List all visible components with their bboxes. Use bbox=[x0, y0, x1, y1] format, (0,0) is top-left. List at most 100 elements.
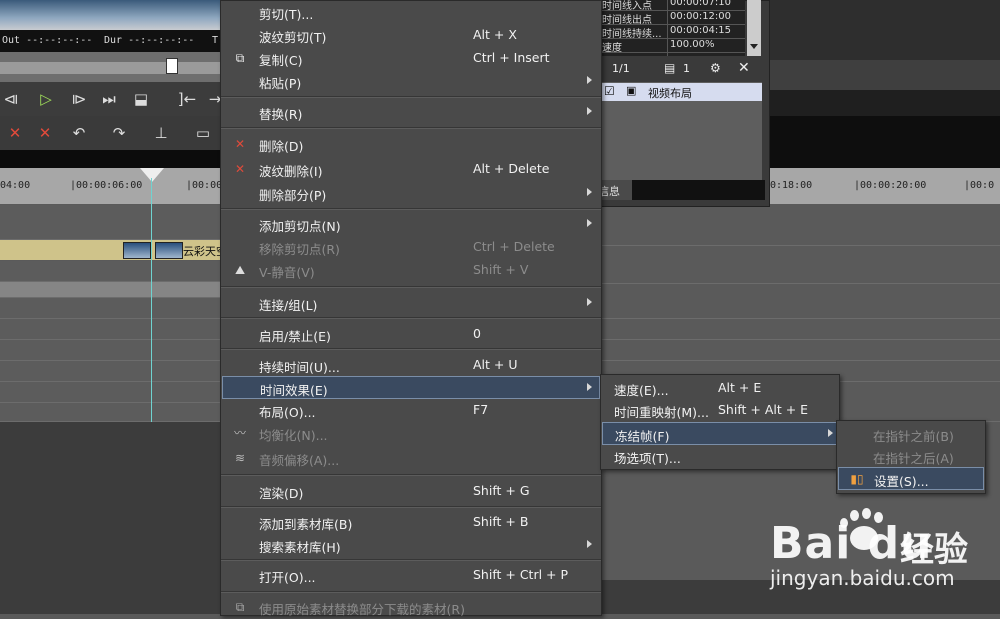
menu-item-delete[interactable]: ✕ 删除(D) bbox=[221, 133, 601, 156]
menu-item-shortcut: Alt + U bbox=[473, 357, 518, 372]
menu-item-add-to-bin[interactable]: 添加到素材库(B) Shift + B bbox=[221, 511, 601, 534]
menu-item-shortcut: Shift + Alt + E bbox=[718, 402, 809, 417]
info-row-value: 00:00:04:15 bbox=[670, 25, 732, 36]
menu-item-time-effect[interactable]: 时间效果(E) bbox=[222, 376, 600, 399]
timecode-out: Out --:--:--:-- bbox=[2, 35, 93, 46]
menu-item-cut[interactable]: 剪切(T)... bbox=[221, 1, 601, 24]
context-menu: 剪切(T)... 波纹剪切(T) Alt + X ⧉ 复制(C) Ctrl + Ins… bbox=[220, 0, 602, 617]
scrub-bar[interactable] bbox=[0, 52, 220, 82]
menu-item-freeze-frame[interactable]: 冻结帧(F) bbox=[602, 422, 838, 445]
list-icon[interactable]: ▤ bbox=[664, 61, 675, 75]
timeline-ruler-right[interactable]: 0:18:00 |00:00:20:00 |00:0 bbox=[768, 168, 1000, 204]
menu-item-copy[interactable]: ⧉ 复制(C) Ctrl + Insert bbox=[221, 47, 601, 70]
menu-item-label: 添加剪切点(N) bbox=[259, 219, 341, 234]
menu-item-add-cut-point[interactable]: 添加剪切点(N) bbox=[221, 213, 601, 236]
submenu-arrow-icon bbox=[587, 219, 592, 227]
cut-delete-icon[interactable]: ✕ bbox=[4, 122, 26, 144]
playhead-line[interactable] bbox=[151, 178, 152, 422]
watermark-url: jingyan.baidu.com bbox=[770, 566, 955, 590]
track-row[interactable] bbox=[0, 403, 220, 422]
checkbox-checked-icon[interactable]: ☑ bbox=[604, 84, 615, 98]
scrub-marker[interactable] bbox=[166, 58, 178, 74]
normalize-icon: 〰 bbox=[233, 426, 246, 440]
close-icon[interactable]: ✕ bbox=[738, 60, 750, 76]
menu-item-replace[interactable]: 替换(R) bbox=[221, 101, 601, 124]
submenu-arrow-icon bbox=[587, 76, 592, 84]
submenu-arrow-icon bbox=[587, 107, 592, 115]
loop-icon[interactable]: ⬓ bbox=[130, 88, 152, 110]
track-row[interactable] bbox=[0, 319, 220, 340]
menu-item-open[interactable]: 打开(O)... Shift + Ctrl + P bbox=[221, 564, 601, 587]
play-icon[interactable]: ▷ bbox=[35, 88, 57, 110]
ruler-tick-label: |00:00:06:00 bbox=[70, 180, 143, 191]
set-in-icon[interactable]: ]← bbox=[176, 88, 198, 110]
menu-item-time-remap[interactable]: 时间重映射(M)... Shift + Alt + E bbox=[601, 399, 839, 422]
menu-item-ripple-delete[interactable]: ✕ 波纹删除(I) Alt + Delete bbox=[221, 158, 601, 181]
track-row[interactable] bbox=[0, 205, 220, 240]
lower-panel bbox=[0, 422, 220, 614]
menu-item-label: 启用/禁止(E) bbox=[259, 329, 331, 344]
menu-item-shortcut: Alt + Delete bbox=[473, 161, 550, 176]
menu-item-layout[interactable]: 布局(O)... F7 bbox=[221, 399, 601, 422]
track-row[interactable] bbox=[0, 382, 220, 403]
menu-item-delete-part[interactable]: 删除部分(P) bbox=[221, 182, 601, 205]
menu-separator bbox=[221, 559, 601, 561]
render-icon[interactable]: ▭ bbox=[192, 122, 214, 144]
menu-item-label: 场选项(T)... bbox=[614, 451, 681, 466]
scroll-down-icon[interactable] bbox=[750, 44, 758, 49]
info-scrollbar[interactable] bbox=[747, 0, 761, 56]
layout-icon: ▣ bbox=[626, 84, 637, 97]
menu-item-field-options[interactable]: 场选项(T)... bbox=[601, 445, 839, 468]
undo-icon[interactable]: ↶ bbox=[68, 122, 90, 144]
menu-item-ripple-cut[interactable]: 波纹剪切(T) Alt + X bbox=[221, 24, 601, 47]
timeline-ruler-left[interactable]: 04:00 |00:00:06:00 |00:00:0 bbox=[0, 168, 234, 204]
menu-item-label: 音频偏移(A)... bbox=[259, 453, 340, 468]
menu-item-shortcut: Ctrl + Delete bbox=[473, 239, 555, 254]
menu-item-label: 替换(R) bbox=[259, 107, 303, 122]
timecode-t: T bbox=[212, 35, 219, 46]
info-row-value: 100.00% bbox=[670, 39, 715, 50]
menu-item-before-pointer: 在指针之前(B) bbox=[837, 423, 985, 446]
menu-item-label: 连接/组(L) bbox=[259, 298, 318, 313]
menu-item-paste[interactable]: 粘贴(P) bbox=[221, 70, 601, 93]
menu-item-link-group[interactable]: 连接/组(L) bbox=[221, 292, 601, 315]
menu-item-label: 波纹剪切(T) bbox=[259, 30, 327, 45]
track-row[interactable] bbox=[0, 340, 220, 361]
redo-icon[interactable]: ↷ bbox=[108, 122, 130, 144]
menu-separator bbox=[221, 286, 601, 288]
menu-item-enable-disable[interactable]: 启用/禁止(E) 0 bbox=[221, 323, 601, 346]
menu-item-label: 时间效果(E) bbox=[260, 383, 328, 398]
track-row[interactable] bbox=[0, 361, 220, 382]
menu-item-label: 设置(S)... bbox=[874, 474, 929, 489]
fast-forward-icon[interactable]: ⏭ bbox=[98, 88, 120, 110]
playhead-handle[interactable] bbox=[140, 168, 164, 182]
track-row[interactable] bbox=[0, 261, 220, 282]
menu-item-speed[interactable]: 速度(E)... Alt + E bbox=[601, 377, 839, 400]
menu-item-after-pointer: 在指针之后(A) bbox=[837, 445, 985, 468]
menu-item-audio-offset: ≋ 音频偏移(A)... bbox=[221, 447, 601, 470]
track-row[interactable] bbox=[0, 282, 220, 298]
menu-item-label: 打开(O)... bbox=[259, 570, 316, 585]
submenu-arrow-icon bbox=[587, 298, 592, 306]
prev-frame-icon[interactable]: ⧏ bbox=[0, 88, 22, 110]
menu-item-settings[interactable]: ▮▯ 设置(S)... bbox=[838, 467, 984, 490]
split-icon[interactable]: ⊥ bbox=[150, 122, 172, 144]
next-frame-icon[interactable]: ⧐ bbox=[68, 88, 90, 110]
menu-item-search-bin[interactable]: 搜索素材库(H) bbox=[221, 534, 601, 557]
menu-item-duration[interactable]: 持续时间(U)... Alt + U bbox=[221, 354, 601, 377]
menu-item-v-mute: ⛰ V-静音(V) Shift + V bbox=[221, 259, 601, 282]
audio-offset-icon: ≋ bbox=[234, 451, 246, 465]
menu-item-render[interactable]: 渲染(D) Shift + G bbox=[221, 480, 601, 503]
mute-icon: ⛰ bbox=[234, 263, 246, 277]
effect-settings-icon[interactable]: ⚙ bbox=[710, 61, 721, 75]
menu-item-label: 粘贴(P) bbox=[259, 76, 302, 91]
right-band bbox=[770, 116, 1000, 168]
ripple-delete-icon[interactable]: ✕ bbox=[34, 122, 56, 144]
timeline-clip[interactable]: 云彩天空 bbox=[0, 240, 227, 260]
effect-list-item[interactable]: ☑ ▣ 视频布局 bbox=[600, 83, 762, 101]
track-row[interactable] bbox=[0, 298, 220, 319]
menu-item-shortcut: Alt + E bbox=[718, 380, 762, 395]
menu-item-label: 在指针之后(A) bbox=[873, 451, 954, 466]
menu-item-label: 删除部分(P) bbox=[259, 188, 327, 203]
page-indicator: 1/1 bbox=[612, 62, 630, 75]
